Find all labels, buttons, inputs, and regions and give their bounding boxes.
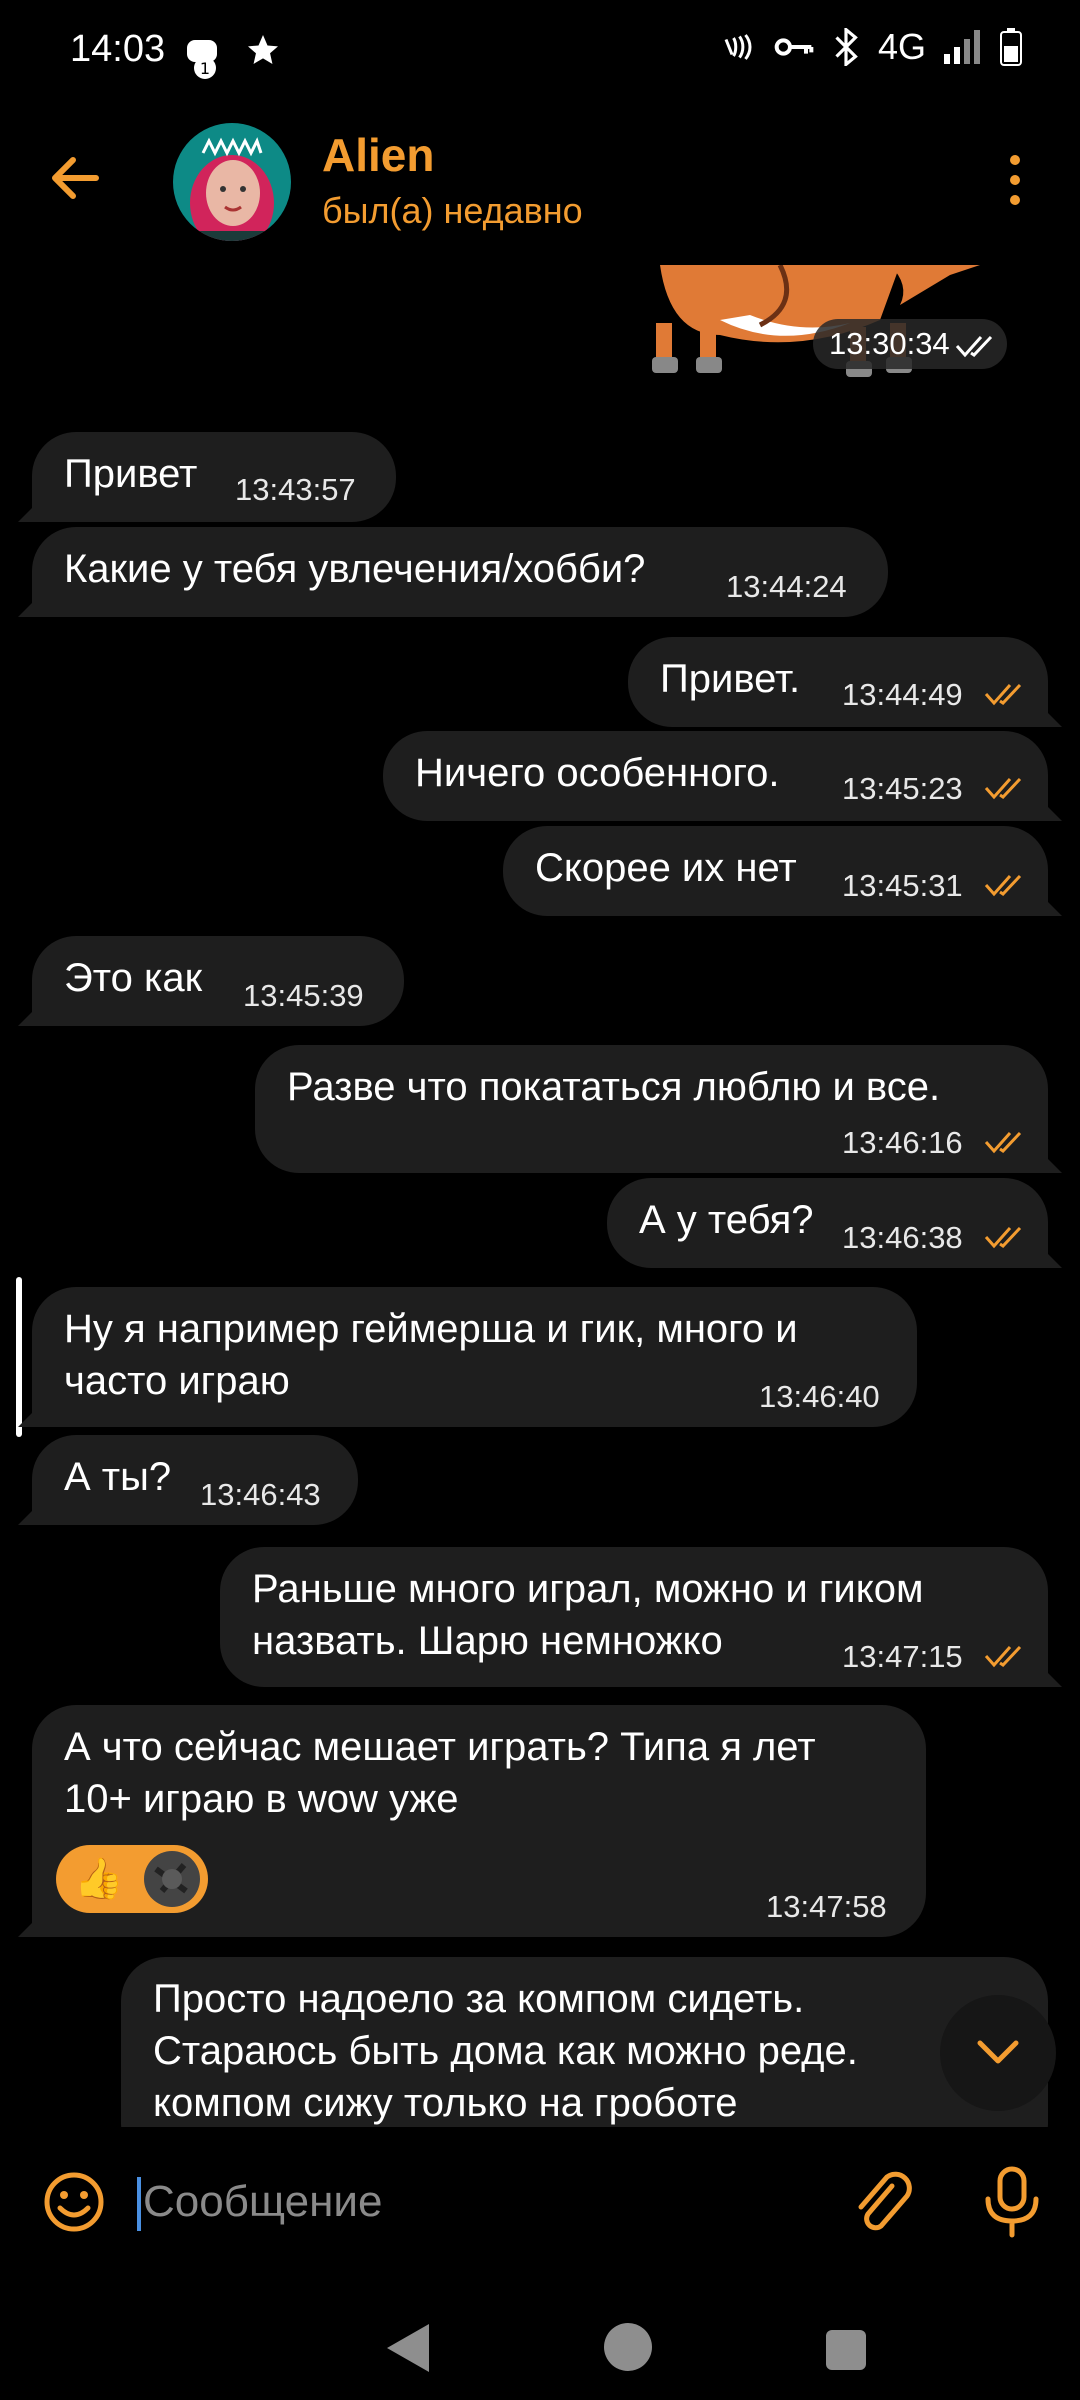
double-check-icon xyxy=(984,1226,1022,1249)
back-button[interactable] xyxy=(40,143,110,213)
double-check-icon xyxy=(984,1131,1022,1154)
voice-message-button[interactable] xyxy=(982,2165,1042,2239)
chevron-down-icon xyxy=(977,2040,1019,2064)
double-check-icon xyxy=(955,335,993,358)
message-time: 13:46:16 xyxy=(842,1125,963,1160)
incoming-message[interactable]: Какие у тебя увлечения/хобби? 13:44:24 xyxy=(32,527,888,617)
message-time: 13:46:38 xyxy=(842,1220,963,1255)
incoming-message[interactable]: А ты? 13:46:43 xyxy=(32,1435,358,1525)
message-text-line: часто играю xyxy=(64,1359,290,1403)
status-bar: 14:03 1 4G xyxy=(0,0,1080,105)
message-text: А у тебя? xyxy=(639,1198,814,1242)
scroll-to-bottom-button[interactable] xyxy=(940,1995,1056,2111)
key-icon xyxy=(774,38,814,56)
message-time: 13:43:57 xyxy=(235,472,356,507)
message-text-line: А что сейчас мешает играть? Типа я лет xyxy=(64,1725,816,1769)
message-time: 13:45:23 xyxy=(842,771,963,806)
text-cursor xyxy=(137,2177,141,2231)
incoming-message[interactable]: Ну я например геймерша и гик, много и ча… xyxy=(32,1287,917,1427)
emoji-icon xyxy=(44,2172,104,2232)
double-check-icon xyxy=(984,777,1022,800)
reactor-avatar xyxy=(144,1851,200,1907)
outgoing-message[interactable]: Скорее их нет 13:45:31 xyxy=(503,826,1048,916)
chat-area: 13:30:34 Привет 13:43:57 Какие у тебя ув… xyxy=(0,265,1080,2127)
network-type: 4G xyxy=(877,26,926,67)
status-icons: 4G xyxy=(720,26,1022,68)
chat-header xyxy=(0,105,1080,265)
avatar[interactable] xyxy=(173,123,291,241)
message-text-line: Раньше много играл, можно и гиком xyxy=(252,1567,924,1611)
message-text: Это как xyxy=(64,956,203,1000)
message-time: 13:47:15 xyxy=(842,1639,963,1674)
incoming-message[interactable]: Привет 13:43:57 xyxy=(32,432,396,522)
double-check-icon xyxy=(984,874,1022,897)
message-time: 13:44:24 xyxy=(726,569,847,604)
emoji-button[interactable] xyxy=(42,2170,106,2234)
sticker-time-badge: 13:30:34 xyxy=(813,319,1007,369)
message-time: 13:45:31 xyxy=(842,868,963,903)
message-text: Скорее их нет xyxy=(535,846,797,890)
nav-back-icon xyxy=(387,2324,429,2372)
message-text: Ничего особенного. xyxy=(415,751,780,795)
more-vert-icon xyxy=(1010,155,1020,205)
message-text-line: компом сижу только на гроботе xyxy=(153,2081,738,2125)
attach-icon xyxy=(858,2171,912,2231)
outgoing-message[interactable]: А у тебя? 13:46:38 xyxy=(607,1178,1048,1268)
message-time: 13:45:39 xyxy=(243,978,364,1013)
mic-icon xyxy=(985,2166,1039,2238)
message-input[interactable]: Сообщение xyxy=(143,2177,382,2227)
sticker-message[interactable]: 13:30:34 xyxy=(650,265,1007,385)
double-check-icon xyxy=(984,1645,1022,1668)
message-text-line: Просто надоело за компом сидеть. xyxy=(153,1977,805,2021)
nav-recents-button[interactable] xyxy=(826,2330,866,2370)
contact-status: был(а) недавно xyxy=(322,190,583,231)
outgoing-message[interactable]: Просто надоело за компом сидеть. Стараюс… xyxy=(121,1957,1048,2127)
message-time: 13:30:34 xyxy=(829,326,950,361)
svg-text:1: 1 xyxy=(200,59,210,78)
back-arrow-icon xyxy=(52,157,99,199)
nav-back-button[interactable] xyxy=(385,2322,431,2379)
battery-icon xyxy=(1000,28,1022,66)
message-text: Какие у тебя увлечения/хобби? xyxy=(64,547,646,591)
outgoing-message[interactable]: Привет. 13:44:49 xyxy=(628,637,1048,727)
outgoing-message[interactable]: Разве что покататься люблю и все. 13:46:… xyxy=(255,1045,1048,1173)
message-time: 13:47:58 xyxy=(766,1889,887,1924)
reaction-pill[interactable]: 👍 xyxy=(56,1845,208,1913)
incoming-message[interactable]: А что сейчас мешает играть? Типа я лет 1… xyxy=(32,1705,926,1937)
status-time: 14:03 xyxy=(70,28,166,70)
outgoing-message[interactable]: Ничего особенного. 13:45:23 xyxy=(383,731,1048,821)
nfc-icon xyxy=(724,34,752,60)
message-text-line: Ну я например геймерша и гик, много и xyxy=(64,1307,798,1351)
message-time: 13:44:49 xyxy=(842,677,963,712)
notification-icon: 1 xyxy=(183,36,223,87)
bluetooth-icon xyxy=(835,28,858,66)
star-icon xyxy=(245,32,281,73)
nav-home-button[interactable] xyxy=(604,2323,652,2371)
outgoing-message[interactable]: Раньше много играл, можно и гиком назват… xyxy=(220,1547,1048,1687)
message-text-line: назвать. Шарю немножко xyxy=(252,1619,723,1663)
message-time: 13:46:40 xyxy=(759,1379,880,1414)
incoming-message[interactable]: Это как 13:45:39 xyxy=(32,936,404,1026)
message-text: А ты? xyxy=(64,1455,172,1499)
signal-icon xyxy=(944,30,980,64)
more-options-button[interactable] xyxy=(990,150,1040,210)
message-text: Привет xyxy=(64,452,198,496)
message-text-line: 10+ играю в wow уже xyxy=(64,1777,459,1821)
message-text: Привет. xyxy=(660,657,801,701)
message-text-line: Стараюсь быть дома как можно реде. xyxy=(153,2029,858,2073)
contact-name[interactable]: Alien xyxy=(322,128,434,182)
attach-button[interactable] xyxy=(850,2168,914,2238)
scroll-position-indicator xyxy=(16,1277,22,1437)
message-text: Разве что покататься люблю и все. xyxy=(287,1065,941,1109)
message-time: 13:46:43 xyxy=(200,1477,321,1512)
thumbs-up-reaction: 👍 xyxy=(74,1857,124,1901)
double-check-icon xyxy=(984,683,1022,706)
